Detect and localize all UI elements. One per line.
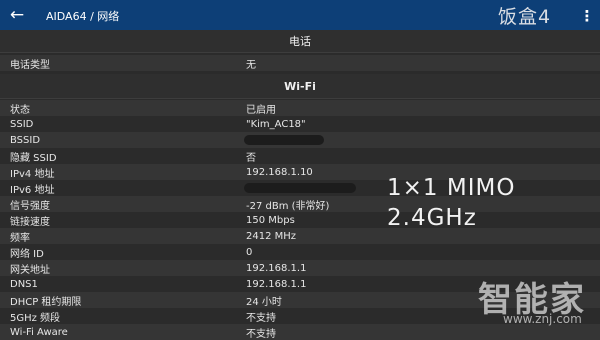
row-phone-type: 电话类型 无 (0, 55, 600, 71)
row-label: SSID (10, 118, 34, 130)
row-value: 2412 MHz (246, 230, 297, 242)
row-value: 已启用 (246, 104, 276, 116)
row-label: 网络 ID (10, 248, 44, 260)
row-hidden-ssid: 隐藏 SSID 否 (0, 148, 600, 164)
row-value: 150 Mbps (246, 214, 295, 226)
row-label: 网关地址 (10, 264, 50, 276)
row-value: 24 小时 (246, 296, 282, 308)
row-label: IPv4 地址 (10, 168, 55, 180)
row-label: BSSID (10, 134, 41, 146)
row-value: 0 (246, 246, 253, 258)
section-title: Wi-Fi (284, 79, 316, 93)
row-label: 频率 (10, 232, 30, 244)
row-status: 状态 已启用 (0, 100, 600, 116)
page-title: AIDA64 / 网络 (46, 9, 120, 23)
section-header-wifi: Wi-Fi (0, 74, 600, 99)
row-label: DNS1 (10, 278, 38, 290)
overlay-mimo-text: 1×1 MIMO (387, 175, 516, 201)
back-arrow-icon[interactable]: ← (0, 0, 34, 31)
row-value: 无 (246, 59, 256, 71)
row-value: 不支持 (246, 312, 276, 324)
row-network-id: 网络 ID 0 (0, 244, 600, 260)
row-label: DHCP 租约期限 (10, 296, 82, 308)
row-value: 不支持 (246, 328, 276, 340)
section-header-phone: 电话 (0, 30, 600, 53)
row-link-speed: 链接速度 150 Mbps (0, 212, 600, 228)
row-value: 否 (246, 152, 256, 164)
row-value: 192.168.1.1 (246, 262, 307, 274)
redacted-bssid (244, 135, 324, 145)
row-label: 电话类型 (10, 59, 50, 71)
row-label: 信号强度 (10, 200, 50, 212)
row-value: 192.168.1.10 (246, 166, 313, 178)
row-value: 192.168.1.1 (246, 278, 307, 290)
row-label: 链接速度 (10, 216, 50, 228)
row-value: "Kim_AC18" (246, 118, 306, 130)
row-label: Wi-Fi Aware (10, 326, 68, 338)
row-label: IPv6 地址 (10, 184, 55, 196)
row-frequency: 频率 2412 MHz (0, 228, 600, 244)
row-label: 隐藏 SSID (10, 152, 57, 164)
overlay-band-text: 2.4GHz (387, 205, 477, 231)
watermark-url: www.znj.com (503, 312, 582, 326)
row-value: -27 dBm (非常好) (246, 200, 330, 212)
app-bar: ← AIDA64 / 网络 饭盒4 ⋮ (0, 0, 600, 31)
more-vert-icon[interactable]: ⋮ (574, 0, 600, 31)
row-label: 5GHz 频段 (10, 312, 61, 324)
redacted-ipv6 (244, 183, 356, 193)
row-label: 状态 (10, 104, 30, 116)
row-ssid: SSID "Kim_AC18" (0, 116, 600, 132)
section-title: 电话 (289, 35, 311, 48)
brand-overlay-text: 饭盒4 (498, 6, 552, 28)
